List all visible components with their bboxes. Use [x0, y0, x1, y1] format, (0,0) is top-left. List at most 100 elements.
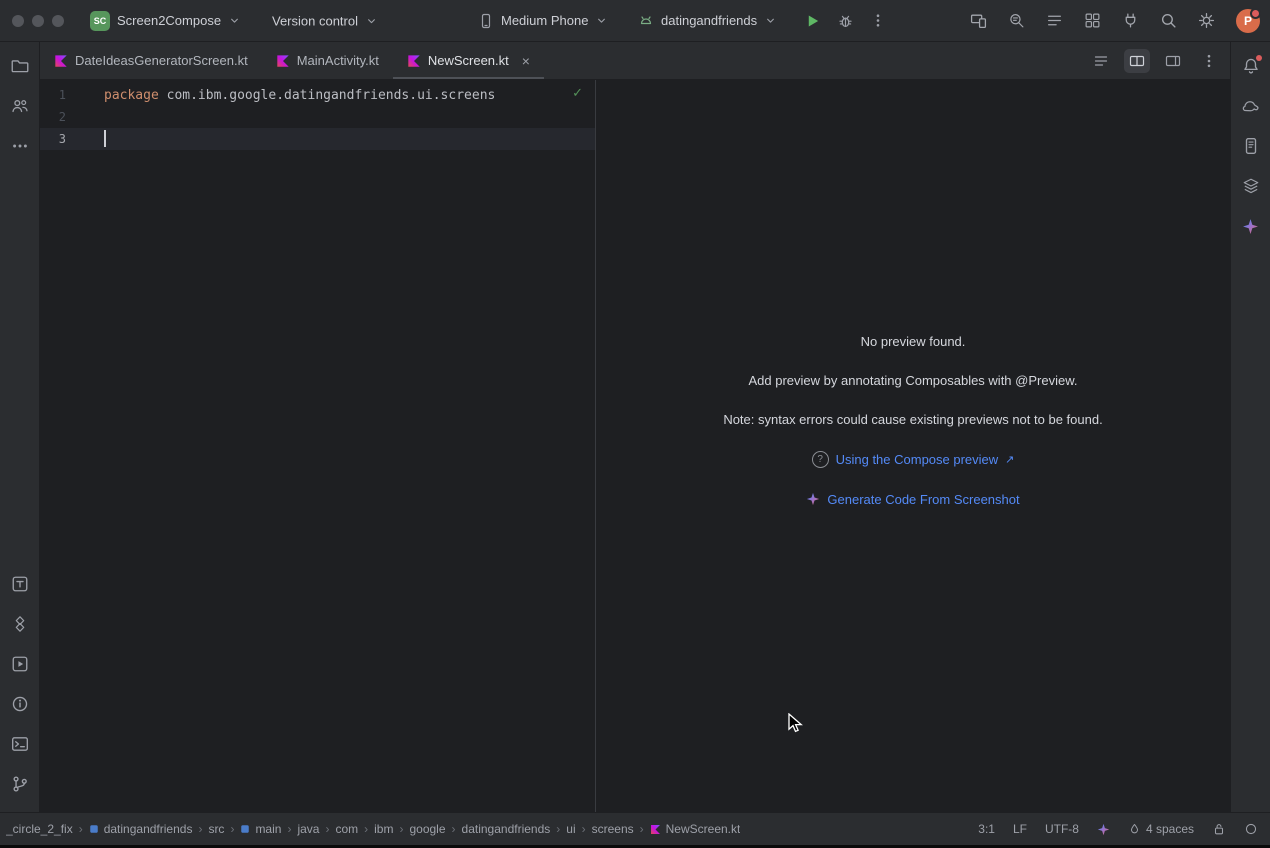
breadcrumb-separator: › [198, 822, 202, 836]
status-circle-icon[interactable] [1244, 822, 1258, 836]
code-line-3-current: 3 [40, 128, 595, 150]
breadcrumb-item[interactable]: google [409, 822, 445, 836]
split-editor-icon[interactable] [1124, 49, 1150, 73]
breadcrumb-separator: › [399, 822, 403, 836]
android-studio-window: SC Screen2Compose Version control Medium… [0, 0, 1270, 848]
breadcrumb-item[interactable]: _circle_2_fix [6, 822, 73, 836]
close-button[interactable] [12, 15, 24, 27]
find-icon[interactable] [1008, 12, 1025, 29]
content-row: DateIdeasGeneratorScreen.kt MainActivity… [0, 42, 1270, 812]
breadcrumb-item[interactable]: java [297, 822, 319, 836]
indent-widget[interactable]: 4 spaces [1128, 822, 1194, 836]
android-icon [638, 13, 654, 29]
version-control-icon[interactable] [6, 770, 34, 798]
code-line-1: 1 package com.ibm.google.datingandfriend… [40, 84, 595, 106]
terminal-icon[interactable] [6, 730, 34, 758]
build-variants-icon[interactable] [1237, 172, 1265, 200]
tab-label: DateIdeasGeneratorScreen.kt [75, 53, 248, 68]
editor-view-controls [1088, 42, 1222, 79]
tab-mainactivity[interactable]: MainActivity.kt [262, 42, 393, 79]
more-actions-kebab[interactable] [870, 13, 886, 29]
kotlin-file-icon [407, 54, 421, 68]
text-caret [104, 130, 106, 147]
breadcrumb-item[interactable]: ui [566, 822, 575, 836]
gradle-icon[interactable] [1237, 92, 1265, 120]
compose-preview-help-link[interactable]: ? Using the Compose preview ↗ [812, 451, 1015, 468]
breadcrumb-item[interactable]: datingandfriends [89, 822, 193, 836]
debug-button[interactable] [837, 12, 854, 29]
ai-spark-icon [806, 492, 820, 506]
phone-icon [478, 13, 494, 29]
project-icon[interactable] [6, 52, 34, 80]
inspections-ok-icon[interactable]: ✓ [572, 86, 583, 101]
run-configuration-selector[interactable]: datingandfriends [638, 13, 777, 29]
breadcrumb-item[interactable]: screens [592, 822, 634, 836]
tab-close-button[interactable]: × [522, 54, 530, 68]
more-tool-windows-icon[interactable] [6, 132, 34, 160]
search-everywhere-icon[interactable] [1160, 12, 1177, 29]
encoding-widget[interactable]: UTF-8 [1045, 822, 1079, 836]
plugins-icon[interactable] [1122, 12, 1139, 29]
settings-icon[interactable] [1198, 12, 1215, 29]
breadcrumb-item[interactable]: src [208, 822, 224, 836]
tab-newscreen[interactable]: NewScreen.kt × [393, 42, 544, 79]
project-name: Screen2Compose [117, 13, 221, 28]
version-control-widget[interactable]: Version control [272, 13, 378, 28]
device-manager-icon[interactable] [1084, 12, 1101, 29]
running-devices-icon[interactable] [970, 12, 987, 29]
preview-layout-icon[interactable] [1160, 49, 1186, 73]
code-token: com.ibm.google.datingandfriends.ui.scree… [159, 88, 496, 103]
breadcrumb-separator: › [452, 822, 456, 836]
breadcrumb-separator: › [287, 822, 291, 836]
window-controls [12, 15, 64, 27]
editor-options-kebab[interactable] [1196, 49, 1222, 73]
app-insights-icon[interactable] [6, 650, 34, 678]
breadcrumb-item[interactable]: datingandfriends [462, 822, 551, 836]
project-widget[interactable]: SC Screen2Compose [90, 11, 241, 31]
resource-manager-icon[interactable] [6, 610, 34, 638]
breadcrumb-item[interactable]: main [240, 822, 281, 836]
breadcrumb-item-file[interactable]: NewScreen.kt [650, 822, 741, 836]
add-preview-message: Add preview by annotating Composables wi… [749, 373, 1078, 388]
line-separator-widget[interactable]: LF [1013, 822, 1027, 836]
tab-label: MainActivity.kt [297, 53, 379, 68]
statusbar-widgets: 3:1 LF UTF-8 4 spaces [978, 822, 1258, 836]
problems-icon[interactable] [6, 690, 34, 718]
breadcrumb-separator: › [230, 822, 234, 836]
editor-area: DateIdeasGeneratorScreen.kt MainActivity… [40, 42, 1230, 812]
ui-tools-icon[interactable] [6, 570, 34, 598]
device-explorer-icon[interactable] [1237, 132, 1265, 160]
breadcrumb-item[interactable]: ibm [374, 822, 393, 836]
tab-dateideasgeneratorscreen[interactable]: DateIdeasGeneratorScreen.kt [40, 42, 262, 79]
chevron-down-icon [764, 14, 777, 27]
minimize-button[interactable] [32, 15, 44, 27]
version-control-label: Version control [272, 13, 358, 28]
right-tool-stripe [1230, 42, 1270, 812]
breadcrumb-separator: › [79, 822, 83, 836]
breadcrumb-item[interactable]: com [335, 822, 358, 836]
device-selector[interactable]: Medium Phone [478, 13, 608, 29]
generate-link-text: Generate Code From Screenshot [827, 492, 1019, 507]
run-controls [804, 12, 886, 29]
avatar[interactable]: P [1236, 9, 1260, 33]
chevron-down-icon [228, 14, 241, 27]
code-text: package com.ibm.google.datingandfriends.… [104, 88, 495, 103]
code-editor[interactable]: 1 package com.ibm.google.datingandfriend… [40, 80, 596, 812]
notifications-icon[interactable] [1237, 52, 1265, 80]
chevron-down-icon [595, 14, 608, 27]
keyword-token: package [104, 88, 159, 103]
task-list-icon[interactable] [1046, 12, 1063, 29]
users-icon[interactable] [6, 92, 34, 120]
ai-spark-icon[interactable] [1097, 823, 1110, 836]
left-tool-stripe [0, 42, 40, 812]
gemini-icon[interactable] [1237, 212, 1265, 240]
generate-code-link[interactable]: Generate Code From Screenshot [806, 492, 1019, 507]
tab-bar: DateIdeasGeneratorScreen.kt MainActivity… [40, 42, 1230, 80]
breadcrumb: _circle_2_fix › datingandfriends › src ›… [6, 822, 740, 836]
help-link-text: Using the Compose preview [836, 452, 999, 467]
editor-list-icon[interactable] [1088, 49, 1114, 73]
zoom-button[interactable] [52, 15, 64, 27]
write-access-icon[interactable] [1212, 822, 1226, 836]
caret-position-widget[interactable]: 3:1 [978, 822, 995, 836]
run-button[interactable] [804, 12, 821, 29]
